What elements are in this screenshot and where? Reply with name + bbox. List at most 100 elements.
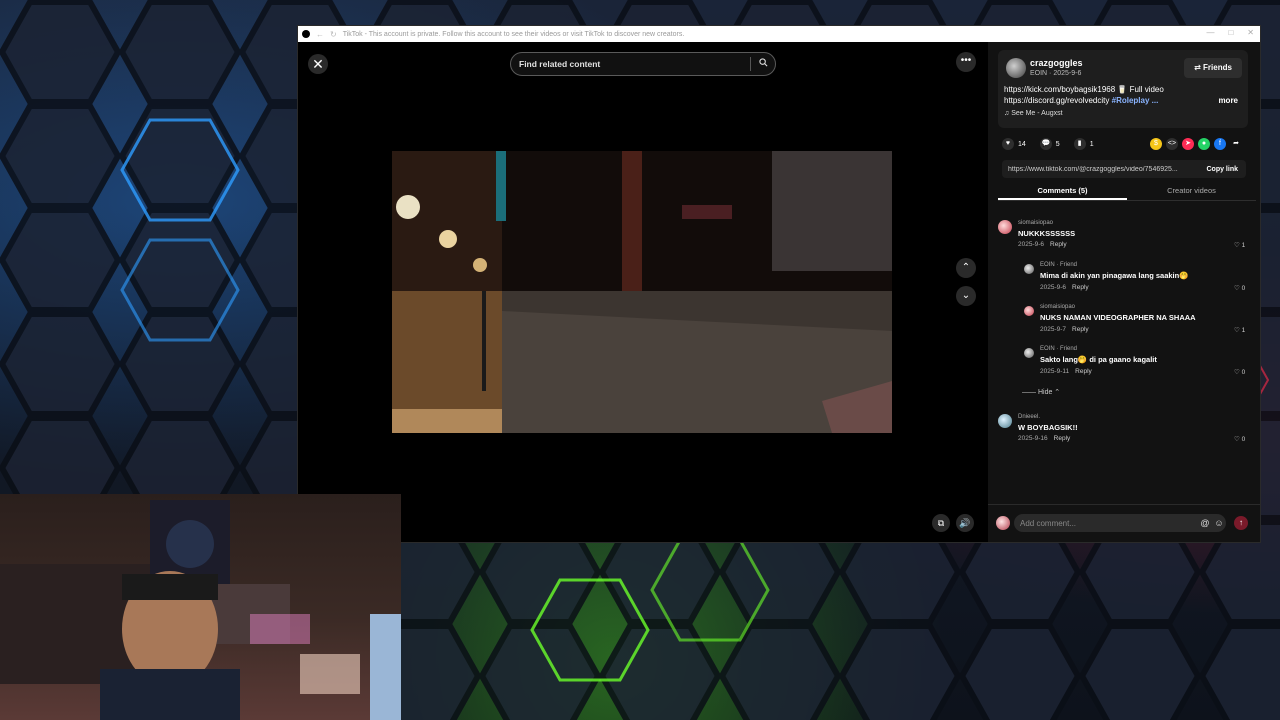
comment-item: Dnieeel. W BOYBAGSIK!! 2025-9-16 Reply ♡ … bbox=[998, 412, 1256, 448]
coin-icon[interactable]: $ bbox=[1150, 138, 1162, 150]
comment-input[interactable]: Add comment... @ ☺ bbox=[1014, 514, 1226, 532]
comment-reply: siomaisiopao NUKS NAMAN VIDEOGRAPHER NA … bbox=[1024, 304, 1256, 340]
comment-likes[interactable]: ♡ 1 bbox=[1234, 241, 1245, 249]
comment-likes[interactable]: ♡ 0 bbox=[1234, 368, 1245, 376]
saves-count: 1 bbox=[1089, 140, 1094, 148]
heart-icon[interactable]: ♥ bbox=[1002, 138, 1014, 150]
video-frame-scene bbox=[392, 151, 892, 433]
comment-compose-bar: Add comment... @ ☺ ↑ bbox=[988, 504, 1260, 543]
video-player[interactable] bbox=[392, 151, 892, 433]
send-comment-button[interactable]: ↑ bbox=[1234, 516, 1248, 530]
post-info-card: crazgoggles EOIN · 2025-9-6 ⇄ Friends ht… bbox=[998, 50, 1248, 128]
commenter-name[interactable]: EOIN · Friend bbox=[1040, 346, 1077, 352]
comment-text: Mima di akin yan pinagawa lang saakin🤭 bbox=[1040, 271, 1189, 280]
description-line-1[interactable]: https://kick.com/boybagsik1968 🥛 Full vi… bbox=[1004, 85, 1164, 94]
side-panel: crazgoggles EOIN · 2025-9-6 ⇄ Friends ht… bbox=[988, 42, 1260, 542]
chevron-up-icon: ⌃ bbox=[1052, 389, 1061, 396]
reply-button[interactable]: Reply bbox=[1075, 368, 1092, 375]
author-subtitle: EOIN · 2025-9-6 bbox=[1030, 70, 1082, 77]
friends-button[interactable]: ⇄ Friends bbox=[1184, 58, 1242, 78]
picture-in-picture-icon[interactable]: ⧉ bbox=[932, 514, 950, 532]
window-controls: — □ ✕ bbox=[1206, 28, 1254, 37]
video-area: ✕ Find related content ••• ⌃ ⌄ ⧉ 🔊 bbox=[298, 42, 988, 542]
comment-text: NUKKKSSSSSS bbox=[1018, 229, 1076, 238]
music-label[interactable]: ♫ See Me - Augxst bbox=[1004, 110, 1063, 117]
discord-link[interactable]: https://discord.gg/revolvedcity bbox=[1004, 96, 1109, 105]
search-icon[interactable] bbox=[751, 58, 775, 70]
more-link[interactable]: more bbox=[1218, 96, 1238, 105]
author-name[interactable]: crazgoggles bbox=[1030, 58, 1083, 68]
next-video-button[interactable]: ⌄ bbox=[956, 286, 976, 306]
more-options-button[interactable]: ••• bbox=[956, 52, 976, 72]
previous-video-button[interactable]: ⌃ bbox=[956, 258, 976, 278]
comment-like-count: 1 bbox=[1241, 242, 1246, 249]
whatsapp-icon[interactable]: ● bbox=[1198, 138, 1210, 150]
tab-creator-videos[interactable]: Creator videos bbox=[1127, 182, 1256, 200]
comment-like-count: 0 bbox=[1241, 436, 1246, 443]
hashtag-link[interactable]: #Roleplay ... bbox=[1112, 96, 1159, 105]
video-url: https://www.tiktok.com/@crazgoggles/vide… bbox=[1008, 165, 1178, 173]
minimize-button[interactable]: — bbox=[1206, 28, 1214, 37]
reply-button[interactable]: Reply bbox=[1072, 326, 1089, 333]
description-line-2: https://discord.gg/revolvedcity #Rolepla… bbox=[1004, 96, 1158, 105]
comment-date: 2025-9-6 bbox=[1040, 284, 1067, 291]
send-icon[interactable]: ➤ bbox=[1182, 138, 1194, 150]
commenter-avatar[interactable] bbox=[1024, 264, 1034, 274]
mention-icon[interactable]: @ bbox=[1198, 518, 1212, 528]
reply-button[interactable]: Reply bbox=[1050, 241, 1067, 248]
friends-icon: ⇄ bbox=[1194, 63, 1201, 72]
hide-replies-button[interactable]: —— Hide ⌃ bbox=[1022, 388, 1060, 396]
commenter-avatar[interactable] bbox=[1024, 306, 1034, 316]
close-window-button[interactable]: ✕ bbox=[1247, 28, 1254, 37]
comment-meta: 2025-9-7 Reply bbox=[1040, 326, 1089, 333]
comment-reply: EOIN · Friend Sakto lang🤭 di pa gaano ka… bbox=[1024, 346, 1256, 382]
comment-likes[interactable]: ♡ 0 bbox=[1234, 284, 1245, 292]
reply-button[interactable]: Reply bbox=[1054, 435, 1071, 442]
comment-meta: 2025-9-11 Reply bbox=[1040, 368, 1092, 375]
comment-likes[interactable]: ♡ 0 bbox=[1234, 435, 1245, 443]
copy-link-row: https://www.tiktok.com/@crazgoggles/vide… bbox=[1002, 160, 1246, 178]
commenter-avatar[interactable] bbox=[1024, 348, 1034, 358]
window-title: TikTok - This account is private. Follow… bbox=[342, 30, 685, 38]
friends-label: Friends bbox=[1203, 63, 1232, 72]
embed-icon[interactable]: <> bbox=[1166, 138, 1178, 150]
commenter-name[interactable]: Dnieeel. bbox=[1018, 414, 1040, 420]
commenter-avatar[interactable] bbox=[998, 414, 1012, 428]
volume-icon[interactable]: 🔊 bbox=[956, 514, 974, 532]
commenter-name[interactable]: EOIN · Friend bbox=[1040, 262, 1077, 268]
related-search-input[interactable]: Find related content bbox=[510, 52, 776, 76]
author-avatar[interactable] bbox=[1006, 58, 1026, 78]
tab-comments[interactable]: Comments (5) bbox=[998, 182, 1127, 200]
comment-date: 2025-9-6 bbox=[1018, 241, 1045, 248]
engagement-stats: ♥ 14 💬 5 ▮ 1 bbox=[1002, 138, 1104, 150]
tiktok-icon bbox=[302, 30, 310, 38]
comments-count: 5 bbox=[1055, 140, 1060, 148]
comment-icon[interactable]: 💬 bbox=[1039, 138, 1052, 150]
commenter-name[interactable]: siomaisiopao bbox=[1040, 304, 1075, 310]
comment-like-count: 0 bbox=[1241, 369, 1246, 376]
emoji-icon[interactable]: ☺ bbox=[1212, 518, 1226, 528]
commenter-avatar[interactable] bbox=[998, 220, 1012, 234]
back-icon[interactable]: ← bbox=[316, 30, 324, 39]
hide-label: Hide bbox=[1037, 389, 1053, 396]
likes-count: 14 bbox=[1018, 140, 1026, 148]
commenter-name[interactable]: siomaisiopao bbox=[1018, 220, 1053, 226]
hide-divider: —— bbox=[1022, 389, 1038, 396]
share-arrow-icon[interactable]: ➦ bbox=[1230, 138, 1242, 150]
bookmark-icon[interactable]: ▮ bbox=[1073, 138, 1086, 150]
facebook-icon[interactable]: f bbox=[1214, 138, 1226, 150]
maximize-button[interactable]: □ bbox=[1228, 28, 1233, 37]
reply-button[interactable]: Reply bbox=[1072, 284, 1089, 291]
close-button[interactable]: ✕ bbox=[308, 54, 328, 74]
comment-text: NUKS NAMAN VIDEOGRAPHER NA SHAAA bbox=[1040, 313, 1196, 322]
user-avatar[interactable] bbox=[996, 516, 1010, 530]
copy-link-button[interactable]: Copy link bbox=[1206, 166, 1246, 173]
comment-meta: 2025-9-6 Reply bbox=[1018, 241, 1067, 248]
page-content: ✕ Find related content ••• ⌃ ⌄ ⧉ 🔊 crazg… bbox=[298, 42, 1260, 542]
search-placeholder: Find related content bbox=[519, 59, 601, 69]
reload-icon[interactable]: ↻ bbox=[330, 30, 337, 39]
comment-date: 2025-9-16 bbox=[1018, 435, 1048, 442]
comment-likes[interactable]: ♡ 1 bbox=[1234, 326, 1245, 334]
title-bar: ← ↻ TikTok - This account is private. Fo… bbox=[298, 26, 1260, 42]
webcam-overlay bbox=[0, 494, 401, 720]
